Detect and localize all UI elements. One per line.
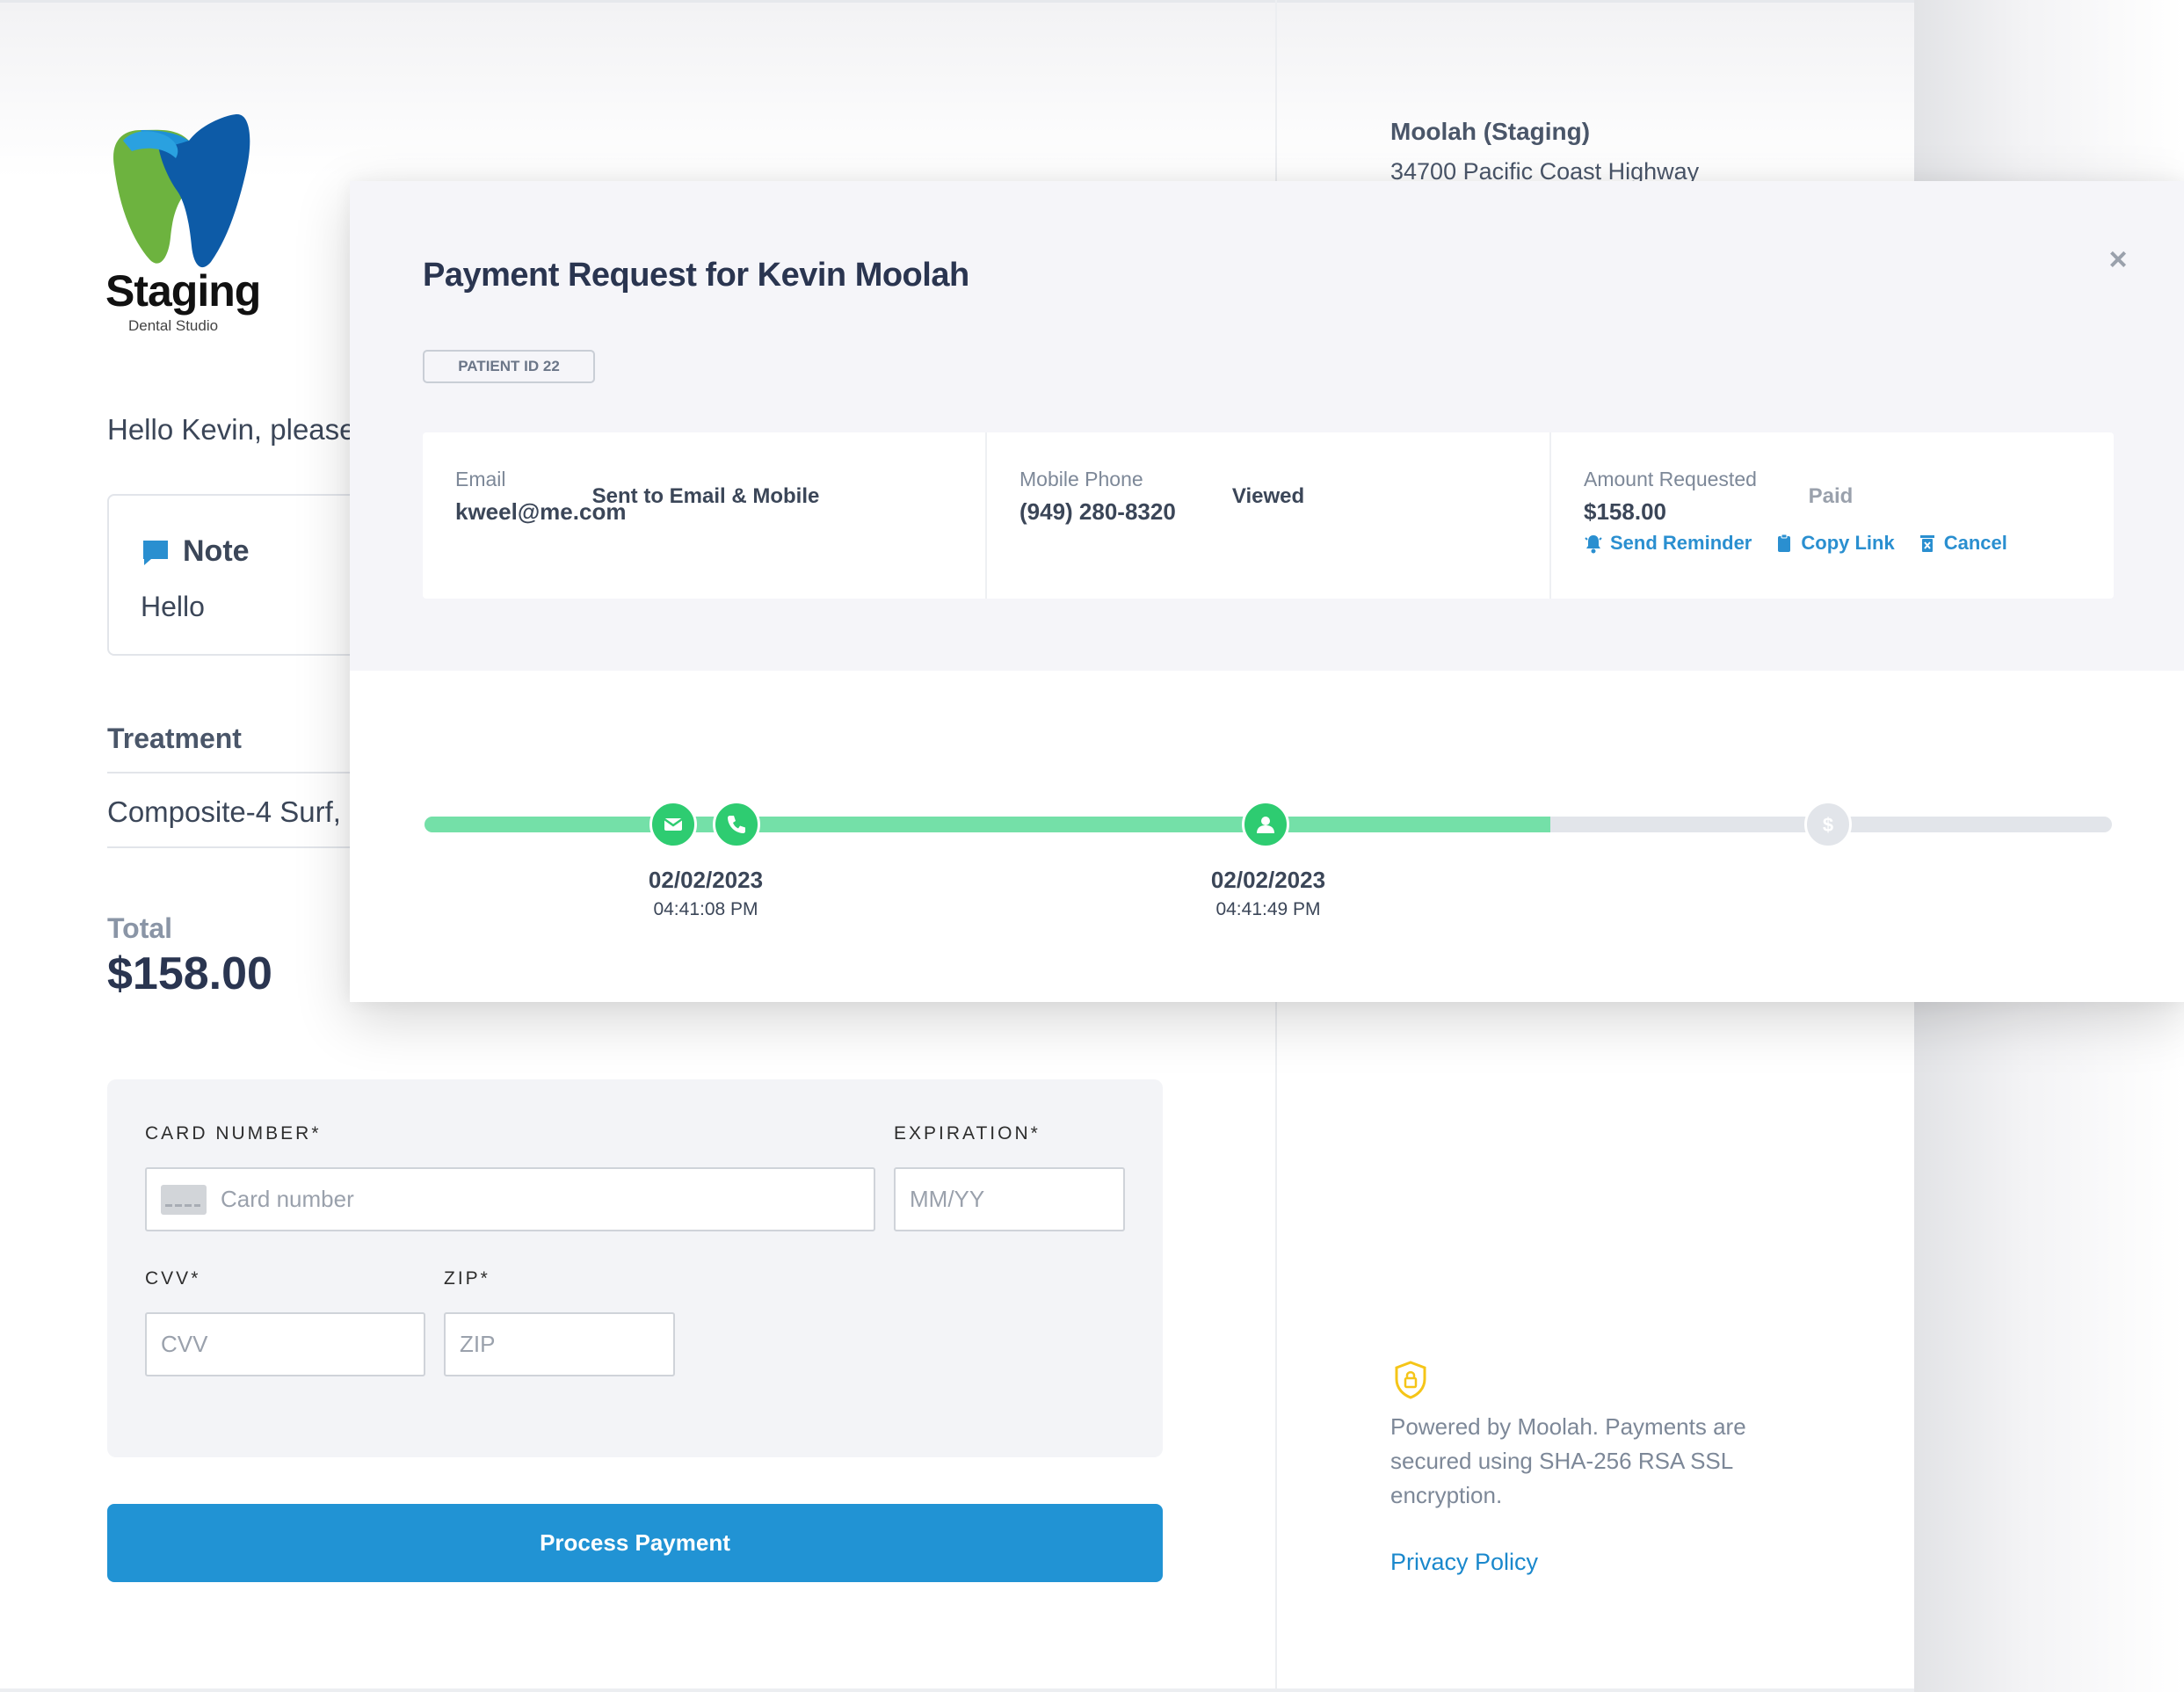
stage-date-sent: 02/02/2023 xyxy=(648,867,764,893)
security-text: Powered by Moolah. Payments are secured … xyxy=(1390,1413,1746,1508)
email-cell: Email kweel@me.com xyxy=(423,432,987,599)
divider xyxy=(107,772,371,773)
cvv-placeholder: CVV xyxy=(161,1331,208,1357)
stage-label-sent: Sent to Email & Mobile xyxy=(591,484,820,508)
envelope-icon xyxy=(649,801,697,848)
stage-time-viewed: 04:41:49 PM xyxy=(1215,899,1321,919)
brand-subtitle: Dental Studio xyxy=(128,317,219,334)
stage-time-sent: 04:41:08 PM xyxy=(653,899,758,919)
phone-label: Mobile Phone xyxy=(1019,468,1143,490)
svg-text:$: $ xyxy=(1823,814,1833,836)
phone-cell: Mobile Phone (949) 280-8320 xyxy=(987,432,1551,599)
total-label: Total xyxy=(107,912,173,944)
greeting-text: Hello Kevin, please xyxy=(107,413,356,446)
chat-bubble-icon xyxy=(143,541,168,565)
expiration-label: EXPIRATION* xyxy=(894,1123,1041,1144)
stage-label-paid: Paid xyxy=(1808,484,1854,508)
expiration-placeholder: MM/YY xyxy=(910,1186,985,1212)
email-label: Email xyxy=(455,468,506,490)
close-button[interactable]: × xyxy=(2103,243,2133,275)
bottom-border xyxy=(0,1688,1914,1692)
bell-icon xyxy=(1585,535,1602,554)
card-number-placeholder: Card number xyxy=(221,1186,354,1212)
zip-input[interactable]: ZIP xyxy=(444,1312,675,1376)
credit-card-icon xyxy=(161,1185,207,1215)
amount-label: Amount Requested xyxy=(1584,468,1757,490)
expiration-input[interactable]: MM/YY xyxy=(894,1167,1125,1231)
cvv-input[interactable]: CVV xyxy=(145,1312,425,1376)
copy-link-label: Copy Link xyxy=(1801,532,1895,554)
modal-title: Payment Request for Kevin Moolah xyxy=(423,257,969,294)
note-title: Note xyxy=(183,534,250,568)
request-actions: Send Reminder Copy Link Cancel xyxy=(1584,532,2007,555)
send-reminder-button[interactable]: Send Reminder xyxy=(1584,532,1752,555)
total-value: $158.00 xyxy=(107,948,272,999)
patient-id-badge: PATIENT ID 22 xyxy=(423,350,595,383)
card-number-label: CARD NUMBER* xyxy=(145,1123,322,1144)
dollar-icon: $ xyxy=(1804,801,1852,848)
card-number-input[interactable]: Card number xyxy=(145,1167,875,1231)
zip-placeholder: ZIP xyxy=(460,1331,496,1357)
treatment-title: Treatment xyxy=(107,723,242,754)
top-border xyxy=(0,0,1914,3)
process-payment-button[interactable]: Process Payment xyxy=(107,1504,1163,1582)
payment-request-modal: Payment Request for Kevin Moolah × PATIE… xyxy=(350,181,2184,1002)
privacy-policy-link[interactable]: Privacy Policy xyxy=(1390,1549,1538,1576)
amount-value: $158.00 xyxy=(1584,498,1666,525)
send-reminder-label: Send Reminder xyxy=(1610,532,1752,554)
trash-icon xyxy=(1919,535,1934,552)
cvv-label: CVV* xyxy=(145,1268,201,1289)
card-form: CARD NUMBER* Card number EXPIRATION* MM/… xyxy=(107,1079,1163,1457)
tooth-logo-icon xyxy=(113,114,250,268)
request-info-row: Email kweel@me.com Mobile Phone (949) 28… xyxy=(423,432,2114,599)
phone-icon xyxy=(713,801,760,848)
user-icon xyxy=(1242,801,1289,848)
cancel-request-button[interactable]: Cancel xyxy=(1918,532,2007,555)
treatment-item: Composite-4 Surf, I xyxy=(107,795,358,828)
stage-label-viewed: Viewed xyxy=(1231,484,1305,508)
note-body: Hello xyxy=(141,591,205,622)
cancel-label: Cancel xyxy=(1943,532,2007,554)
copy-link-button[interactable]: Copy Link xyxy=(1774,532,1895,555)
phone-value: (949) 280-8320 xyxy=(1019,498,1176,525)
clipboard-icon xyxy=(1778,534,1791,552)
shield-lock-icon xyxy=(1395,1361,1426,1399)
amount-cell: Amount Requested $158.00 Send Reminder C… xyxy=(1551,432,2114,599)
divider xyxy=(107,846,371,848)
top-fade xyxy=(0,3,1914,178)
stage-date-viewed: 02/02/2023 xyxy=(1210,867,1326,893)
brand-name: Staging xyxy=(105,266,261,316)
timeline-progress-fill xyxy=(424,817,1550,832)
org-name: Moolah (Staging) xyxy=(1390,118,1591,145)
zip-label: ZIP* xyxy=(444,1268,490,1289)
